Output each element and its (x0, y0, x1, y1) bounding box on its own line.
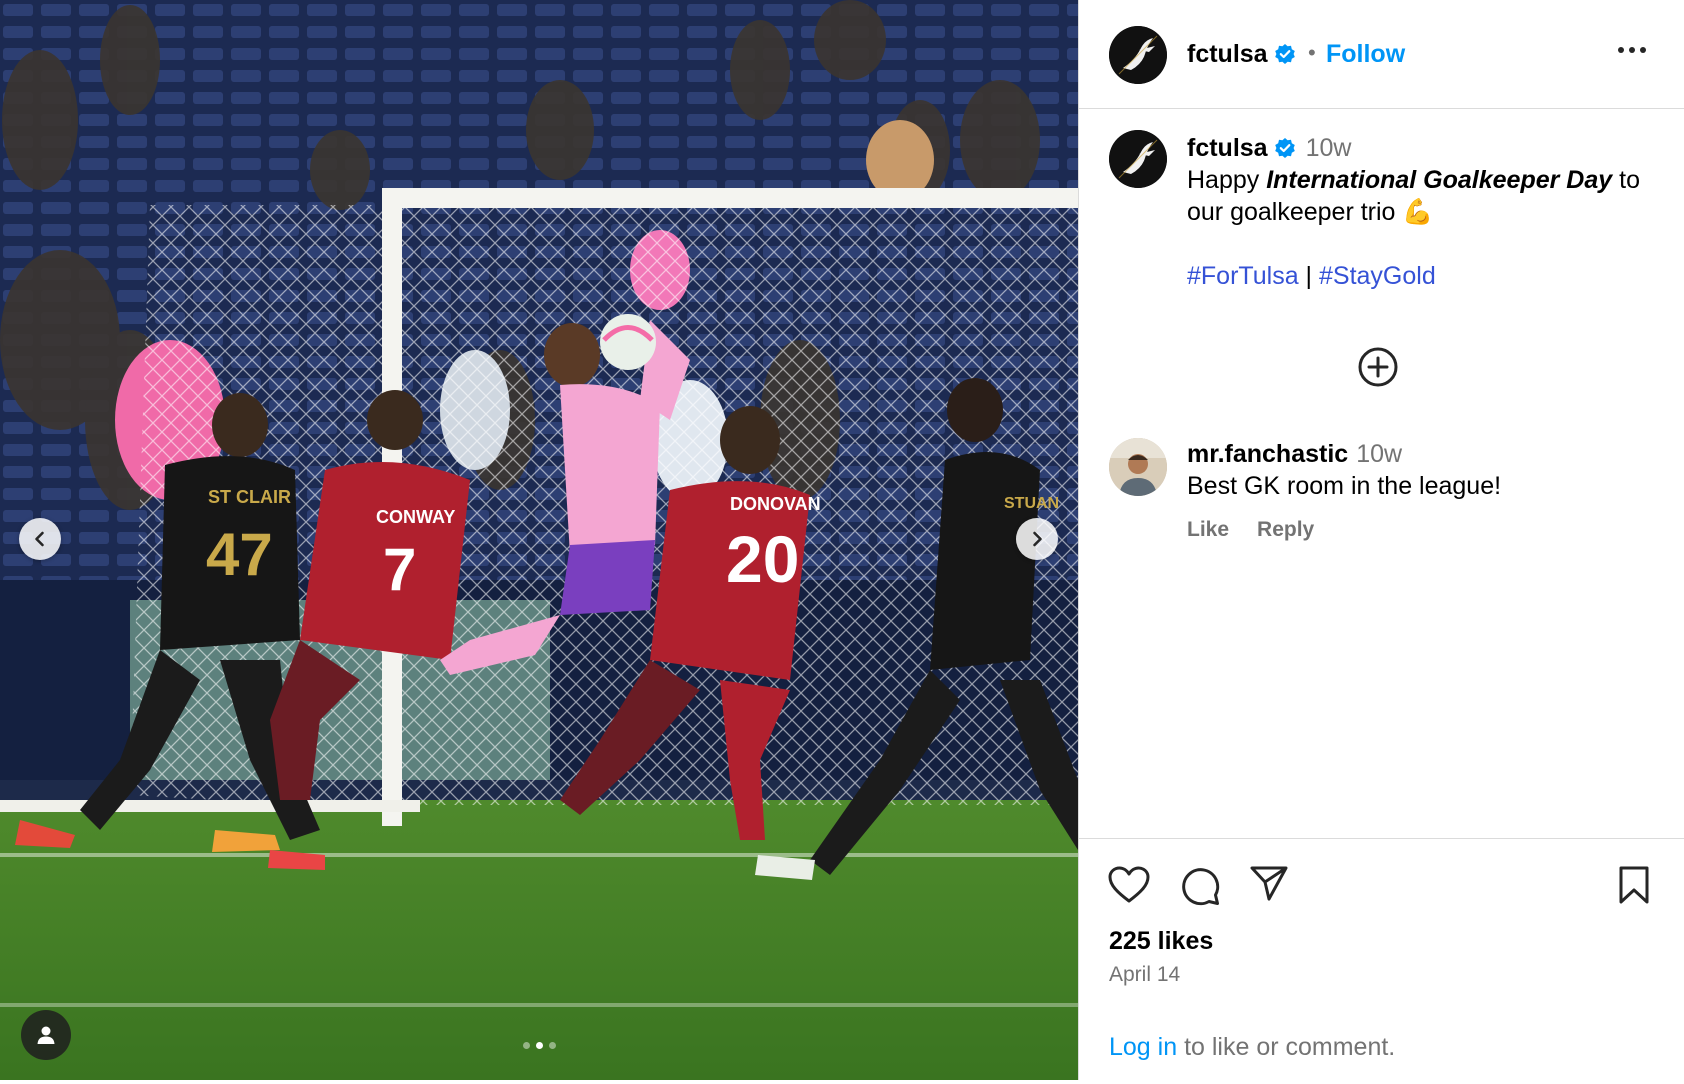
hashtag-fortulsa[interactable]: #ForTulsa (1187, 262, 1299, 290)
tagged-users-button[interactable] (21, 1010, 71, 1060)
chevron-right-icon (1033, 531, 1042, 547)
carousel-prev-button[interactable] (19, 518, 61, 560)
avatar[interactable] (1109, 26, 1167, 84)
username-text[interactable]: fctulsa (1187, 40, 1268, 68)
caption-hashtags: #ForTulsa | #StayGold (1187, 260, 1677, 292)
carousel-dot (522, 1042, 530, 1049)
comment-bubble-icon (1182, 868, 1220, 906)
post-footer: 225 likes April 14 Log in to like or com… (1079, 838, 1684, 1080)
svg-text:ST CLAIR: ST CLAIR (208, 487, 291, 507)
likes-count[interactable]: 225 likes (1109, 927, 1213, 956)
post-media[interactable]: ST CLAIR 47 CONWAY 7 DONOVAN 20 STUAN (0, 0, 1078, 1080)
comment-button[interactable] (1179, 865, 1221, 912)
avatar[interactable] (1109, 130, 1167, 188)
login-link[interactable]: Log in (1109, 1033, 1177, 1061)
caption-timestamp[interactable]: 10w (1306, 134, 1352, 162)
paper-plane-icon (1250, 866, 1288, 901)
load-more-comments-button[interactable] (1357, 346, 1399, 393)
commenter-photo (1109, 438, 1167, 496)
bookmark-icon (1619, 866, 1649, 904)
verified-badge-icon (1274, 138, 1295, 158)
plus-circle-icon (1358, 347, 1398, 387)
header-username[interactable]: fctulsa (1187, 40, 1296, 69)
svg-text:20: 20 (726, 522, 799, 596)
carousel-next-button[interactable] (1016, 518, 1058, 560)
hashtag-staygold[interactable]: #StayGold (1319, 262, 1436, 290)
carousel-dot (548, 1042, 556, 1049)
svg-text:7: 7 (383, 536, 416, 603)
carousel-dot-active (535, 1042, 543, 1049)
follow-button[interactable]: Follow (1326, 40, 1405, 69)
post-date[interactable]: April 14 (1109, 963, 1180, 987)
comment-text: Best GK room in the league! (1187, 472, 1502, 500)
comment-like-button[interactable]: Like (1187, 518, 1229, 541)
save-button[interactable] (1617, 865, 1651, 910)
caption-text-start: Happy (1187, 166, 1267, 194)
verified-badge-icon (1274, 44, 1295, 64)
heart-icon (1108, 866, 1150, 903)
login-prompt: Log in to like or comment. (1109, 1033, 1669, 1062)
comment-timestamp[interactable]: 10w (1356, 440, 1402, 468)
post-header: fctulsa • Follow (1079, 0, 1684, 109)
share-button[interactable] (1249, 865, 1289, 908)
comment-body: mr.fanchastic 10w Best GK room in the lea… (1187, 438, 1667, 546)
header-separator: • (1308, 40, 1316, 65)
svg-text:47: 47 (206, 521, 273, 588)
avatar[interactable] (1109, 438, 1167, 496)
like-button[interactable] (1107, 865, 1151, 910)
svg-text:STUAN: STUAN (1004, 495, 1059, 512)
carousel-indicator (0, 1042, 1078, 1049)
hashtag-separator: | (1298, 262, 1319, 290)
svg-text:DONOVAN: DONOVAN (730, 494, 821, 514)
more-options-button[interactable] (1617, 43, 1647, 62)
caption-username[interactable]: fctulsa (1187, 134, 1268, 162)
post-details-panel: fctulsa • Follow fctulsa 10w Happy Inter… (1078, 0, 1684, 1080)
comment-actions: Like Reply (1187, 514, 1667, 546)
caption-text-emphasis: International Goalkeeper Day (1266, 166, 1613, 194)
chevron-left-icon (35, 531, 44, 547)
svg-text:CONWAY: CONWAY (376, 507, 455, 527)
post-photo: ST CLAIR 47 CONWAY 7 DONOVAN 20 STUAN (0, 0, 1078, 1080)
comment-username[interactable]: mr.fanchastic (1187, 440, 1348, 468)
fctulsa-logo (1109, 26, 1167, 84)
more-horizontal-icon (1618, 47, 1646, 53)
caption-body: fctulsa 10w Happy International Goalkeepe… (1187, 132, 1677, 292)
caption-text: Happy International Goalkeeper Day to ou… (1187, 164, 1677, 228)
comment-reply-button[interactable]: Reply (1257, 518, 1314, 541)
login-prompt-text: to like or comment. (1177, 1033, 1396, 1061)
fctulsa-logo (1109, 130, 1167, 188)
